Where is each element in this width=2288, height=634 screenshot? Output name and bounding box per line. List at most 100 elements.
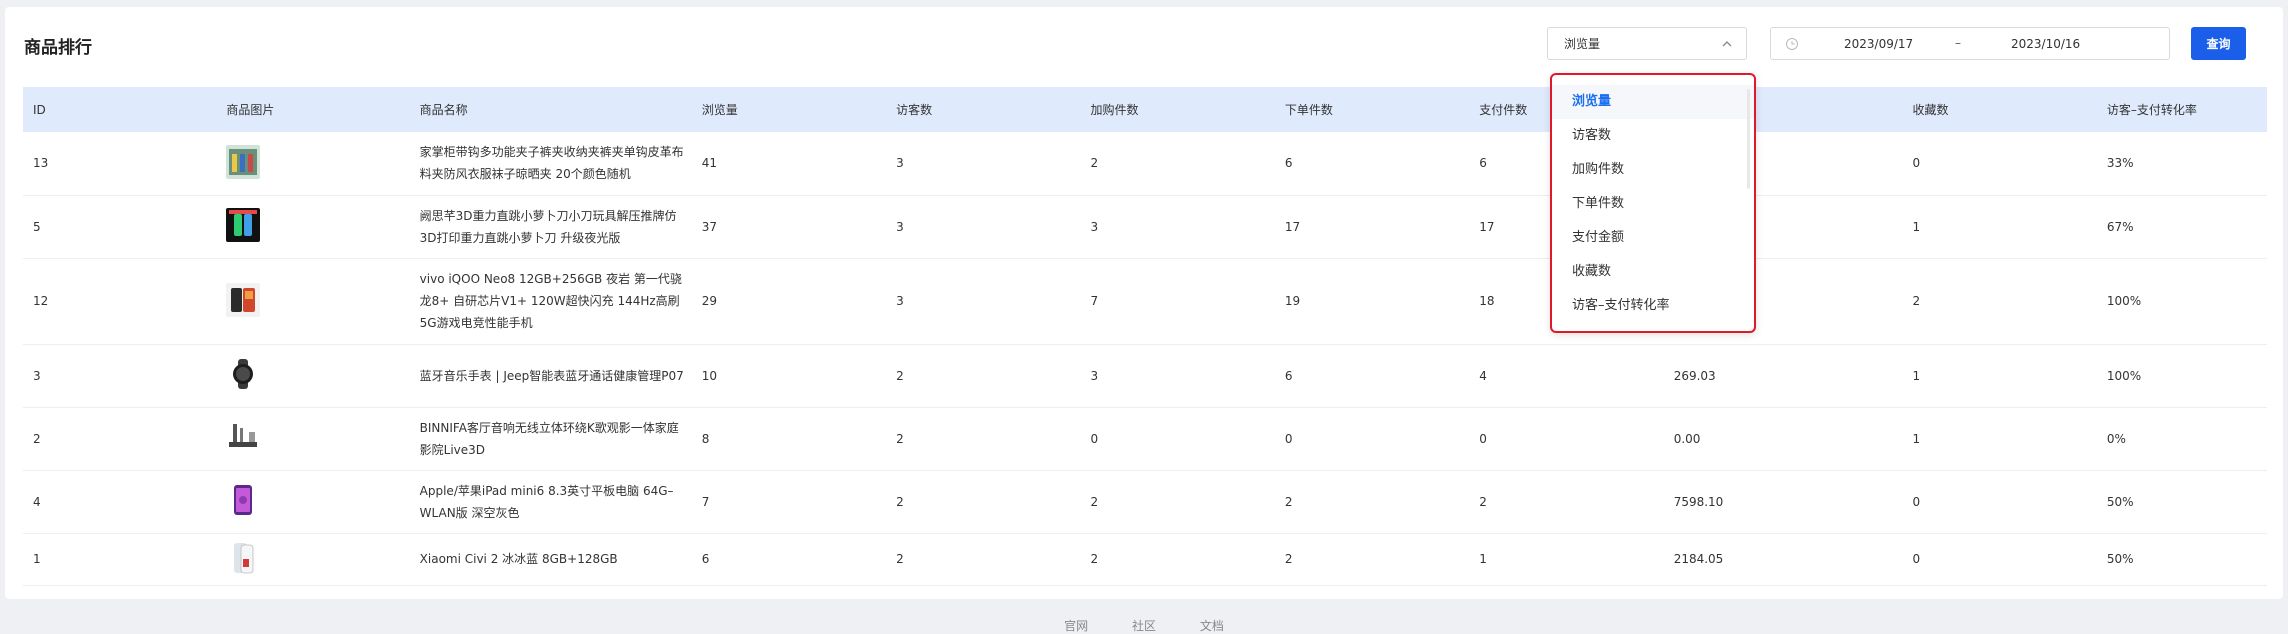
col-header-id[interactable]: ID bbox=[23, 87, 216, 132]
cell-orders: 17 bbox=[1274, 195, 1470, 259]
product-image[interactable] bbox=[226, 357, 261, 391]
query-button[interactable]: 查询 bbox=[2191, 27, 2246, 60]
dropdown-option-orders[interactable]: 下单件数 bbox=[1552, 187, 1754, 221]
cell-name[interactable]: BINNIFA客厅音响无线立体环绕K歌观影一体家庭影院Live3D bbox=[409, 407, 692, 471]
footer-link-website[interactable]: 官网 bbox=[1064, 619, 1088, 633]
col-header-conversion[interactable]: 访客–支付转化率 bbox=[2097, 87, 2267, 132]
cell-favorites: 0 bbox=[1902, 470, 2097, 534]
cell-views: 10 bbox=[691, 344, 887, 408]
cell-orders: 0 bbox=[1274, 407, 1470, 471]
cell-amount: 269.03 bbox=[1663, 344, 1903, 408]
cell-image bbox=[216, 195, 410, 259]
cell-amount: 0.00 bbox=[1663, 407, 1903, 471]
cell-views: 7 bbox=[691, 470, 887, 534]
cell-visitors: 2 bbox=[886, 470, 1081, 534]
cell-orders: 2 bbox=[1274, 533, 1470, 586]
cell-id: 2 bbox=[23, 407, 217, 471]
footer-link-community[interactable]: 社区 bbox=[1132, 619, 1156, 633]
table-row: 4 Apple/苹果iPad mini6 8.3英寸平板电脑 64G–WLAN版… bbox=[23, 470, 2267, 534]
cell-orders: 6 bbox=[1274, 132, 1470, 196]
cell-orders: 2 bbox=[1274, 470, 1470, 534]
cell-orders: 6 bbox=[1274, 344, 1470, 408]
dropdown-option-cart[interactable]: 加购件数 bbox=[1552, 153, 1754, 187]
cell-image bbox=[216, 132, 410, 196]
cell-image bbox=[216, 258, 410, 345]
cell-paid: 1 bbox=[1469, 533, 1664, 586]
cell-name[interactable]: 家掌柜带钩多功能夹子裤夹收纳夹裤夹单钩皮革布料夹防风衣服袜子晾晒夹 20个颜色随… bbox=[409, 132, 692, 196]
cell-views: 37 bbox=[691, 195, 887, 259]
cell-id: 13 bbox=[23, 132, 217, 196]
cell-image bbox=[216, 344, 410, 408]
col-header-cart[interactable]: 加购件数 bbox=[1081, 87, 1275, 132]
dropdown-option-conversion[interactable]: 访客–支付转化率 bbox=[1552, 289, 1754, 323]
dropdown-option-views[interactable]: 浏览量 bbox=[1552, 85, 1754, 119]
product-image[interactable] bbox=[226, 540, 261, 575]
dropdown-option-favorites[interactable]: 收藏数 bbox=[1552, 255, 1754, 289]
cell-id: 12 bbox=[23, 258, 217, 345]
cell-orders: 19 bbox=[1274, 258, 1470, 345]
dropdown-option-amount[interactable]: 支付金额 bbox=[1552, 221, 1754, 255]
product-image[interactable] bbox=[226, 208, 261, 242]
cell-conversion: 50% bbox=[2096, 470, 2267, 534]
cell-views: 8 bbox=[691, 407, 887, 471]
cell-image bbox=[216, 407, 410, 471]
cell-id: 4 bbox=[23, 470, 217, 534]
cell-id: 5 bbox=[23, 195, 217, 259]
cell-id: 3 bbox=[23, 344, 217, 408]
cell-image bbox=[216, 470, 410, 534]
cell-cart: 2 bbox=[1080, 132, 1275, 196]
product-image[interactable] bbox=[226, 282, 261, 317]
cell-views: 6 bbox=[691, 533, 887, 586]
cell-conversion: 67% bbox=[2096, 195, 2267, 259]
footer-link-docs[interactable]: 文档 bbox=[1200, 619, 1224, 633]
cell-name[interactable]: Xiaomi Civi 2 冰冰蓝 8GB+128GB bbox=[409, 533, 692, 586]
dropdown-scrollbar[interactable] bbox=[1747, 89, 1750, 189]
table-row: 2 BINNIFA客厅音响无线立体环绕K歌观影一体家庭影院Live3D 8 2 … bbox=[23, 407, 2267, 471]
product-image[interactable] bbox=[226, 144, 261, 179]
chevron-up-icon bbox=[1722, 41, 1732, 47]
cell-visitors: 3 bbox=[886, 132, 1081, 196]
cell-visitors: 3 bbox=[886, 195, 1081, 259]
col-header-orders[interactable]: 下单件数 bbox=[1275, 87, 1469, 132]
cell-cart: 0 bbox=[1080, 407, 1275, 471]
col-header-views[interactable]: 浏览量 bbox=[692, 87, 886, 132]
dropdown-option-visitors[interactable]: 访客数 bbox=[1552, 119, 1754, 153]
table-row: 12 vivo iQOO Neo8 12GB+256GB 夜岩 第一代骁龙8+ … bbox=[23, 258, 2267, 345]
cell-cart: 2 bbox=[1080, 470, 1275, 534]
cell-conversion: 50% bbox=[2096, 533, 2267, 586]
cell-visitors: 3 bbox=[886, 258, 1081, 345]
col-header-name: 商品名称 bbox=[419, 103, 468, 117]
cell-name[interactable]: vivo iQOO Neo8 12GB+256GB 夜岩 第一代骁龙8+ 自研芯… bbox=[409, 258, 692, 345]
cell-cart: 7 bbox=[1080, 258, 1275, 345]
cell-conversion: 0% bbox=[2096, 407, 2267, 471]
cell-favorites: 0 bbox=[1902, 132, 2097, 196]
col-header-image: 商品图片 bbox=[226, 103, 275, 117]
cell-cart: 2 bbox=[1080, 533, 1275, 586]
cell-views: 29 bbox=[691, 258, 887, 345]
cell-cart: 3 bbox=[1080, 344, 1275, 408]
cell-conversion: 33% bbox=[2096, 132, 2267, 196]
sort-metric-select[interactable]: 浏览量 bbox=[1547, 27, 1747, 60]
product-image[interactable] bbox=[226, 483, 261, 517]
cell-visitors: 2 bbox=[886, 533, 1081, 586]
cell-conversion: 100% bbox=[2096, 344, 2267, 408]
date-separator: – bbox=[1955, 36, 1961, 50]
cell-name[interactable]: Apple/苹果iPad mini6 8.3英寸平板电脑 64G–WLAN版 深… bbox=[409, 470, 692, 534]
col-header-favorites[interactable]: 收藏数 bbox=[1902, 87, 2096, 132]
table-header-row: ID 商品图片 商品名称 浏览量 访客数 加购件数 下单件数 支付件数 支付金额… bbox=[23, 87, 2267, 132]
date-range-picker[interactable]: 2023/09/17 – 2023/10/16 bbox=[1770, 27, 2170, 60]
cell-paid: 2 bbox=[1469, 470, 1664, 534]
cell-name[interactable]: 蓝牙音乐手表 | Jeep智能表蓝牙通话健康管理P07 bbox=[409, 344, 692, 408]
start-date[interactable]: 2023/09/17 bbox=[1844, 37, 1913, 51]
cell-paid: 4 bbox=[1469, 344, 1664, 408]
cell-favorites: 1 bbox=[1902, 407, 2097, 471]
cell-favorites: 1 bbox=[1902, 195, 2097, 259]
end-date[interactable]: 2023/10/16 bbox=[2011, 37, 2080, 51]
cell-name[interactable]: 阙思芊3D重力直跳小萝卜刀小刀玩具解压推牌仿3D打印重力直跳小萝卜刀 升级夜光版 bbox=[409, 195, 692, 259]
table-row: 5 阙思芊3D重力直跳小萝卜刀小刀玩具解压推牌仿3D打印重力直跳小萝卜刀 升级夜… bbox=[23, 195, 2267, 259]
ranking-card: 商品排行 浏览量 2023/09/17 – 2023/10/16 查询 ID 商… bbox=[5, 7, 2283, 599]
product-image[interactable] bbox=[226, 420, 261, 454]
clock-icon bbox=[1786, 38, 1798, 50]
cell-conversion: 100% bbox=[2096, 258, 2267, 345]
col-header-visitors[interactable]: 访客数 bbox=[886, 87, 1080, 132]
